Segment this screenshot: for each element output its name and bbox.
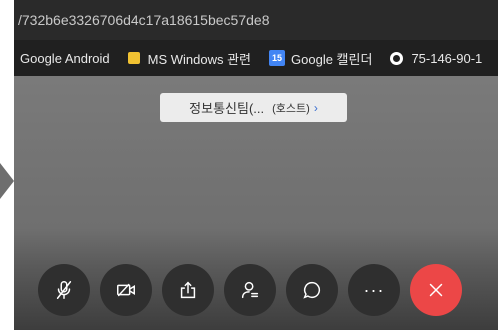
calendar-icon: 15 [269,50,286,66]
participants-button[interactable] [224,264,276,316]
address-bar[interactable]: /732b6e3326706d4c17a18615bec57de8 [14,0,498,40]
bookmark-label: Google Android [20,50,110,66]
more-button[interactable]: ··· [348,264,400,316]
url-text: /732b6e3326706d4c17a18615bec57de8 [18,12,270,28]
share-button[interactable] [162,264,214,316]
host-name-badge[interactable]: 정보통신팀(... (호스트) › [160,93,347,122]
bookmark-label: 75-146-90-1 [411,50,483,66]
mic-off-icon [56,281,72,299]
chat-icon [303,281,321,299]
bookmark-label: Google 캘린더 [291,51,373,67]
globe-icon [390,51,404,65]
arrow-icon [0,163,14,199]
host-role: (호스트) [272,102,310,115]
folder-icon [127,52,140,64]
close-icon [429,283,443,297]
mute-button[interactable] [38,264,90,316]
host-name: 정보통신팀(... [189,101,265,116]
end-call-button[interactable] [410,264,462,316]
video-off-icon [117,283,135,297]
bookmark-google-android[interactable]: Google Android [20,51,110,66]
meeting-toolbar: ··· [38,264,462,326]
video-button[interactable] [100,264,152,316]
participants-icon [241,281,259,299]
chat-button[interactable] [286,264,338,316]
bookmarks-bar: Google Android MS Windows 관련 15 Google 캘… [14,40,498,76]
bookmark-label: MS Windows 관련 [147,51,252,67]
chevron-right-icon: › [313,100,318,115]
bookmark-ms-windows[interactable]: MS Windows 관련 [127,49,252,68]
bookmark-ip[interactable]: 75-146-90-1 [390,51,482,66]
share-icon [180,281,196,299]
more-icon: ··· [363,280,385,300]
bookmark-google-calendar[interactable]: 15 Google 캘린더 [269,49,372,68]
